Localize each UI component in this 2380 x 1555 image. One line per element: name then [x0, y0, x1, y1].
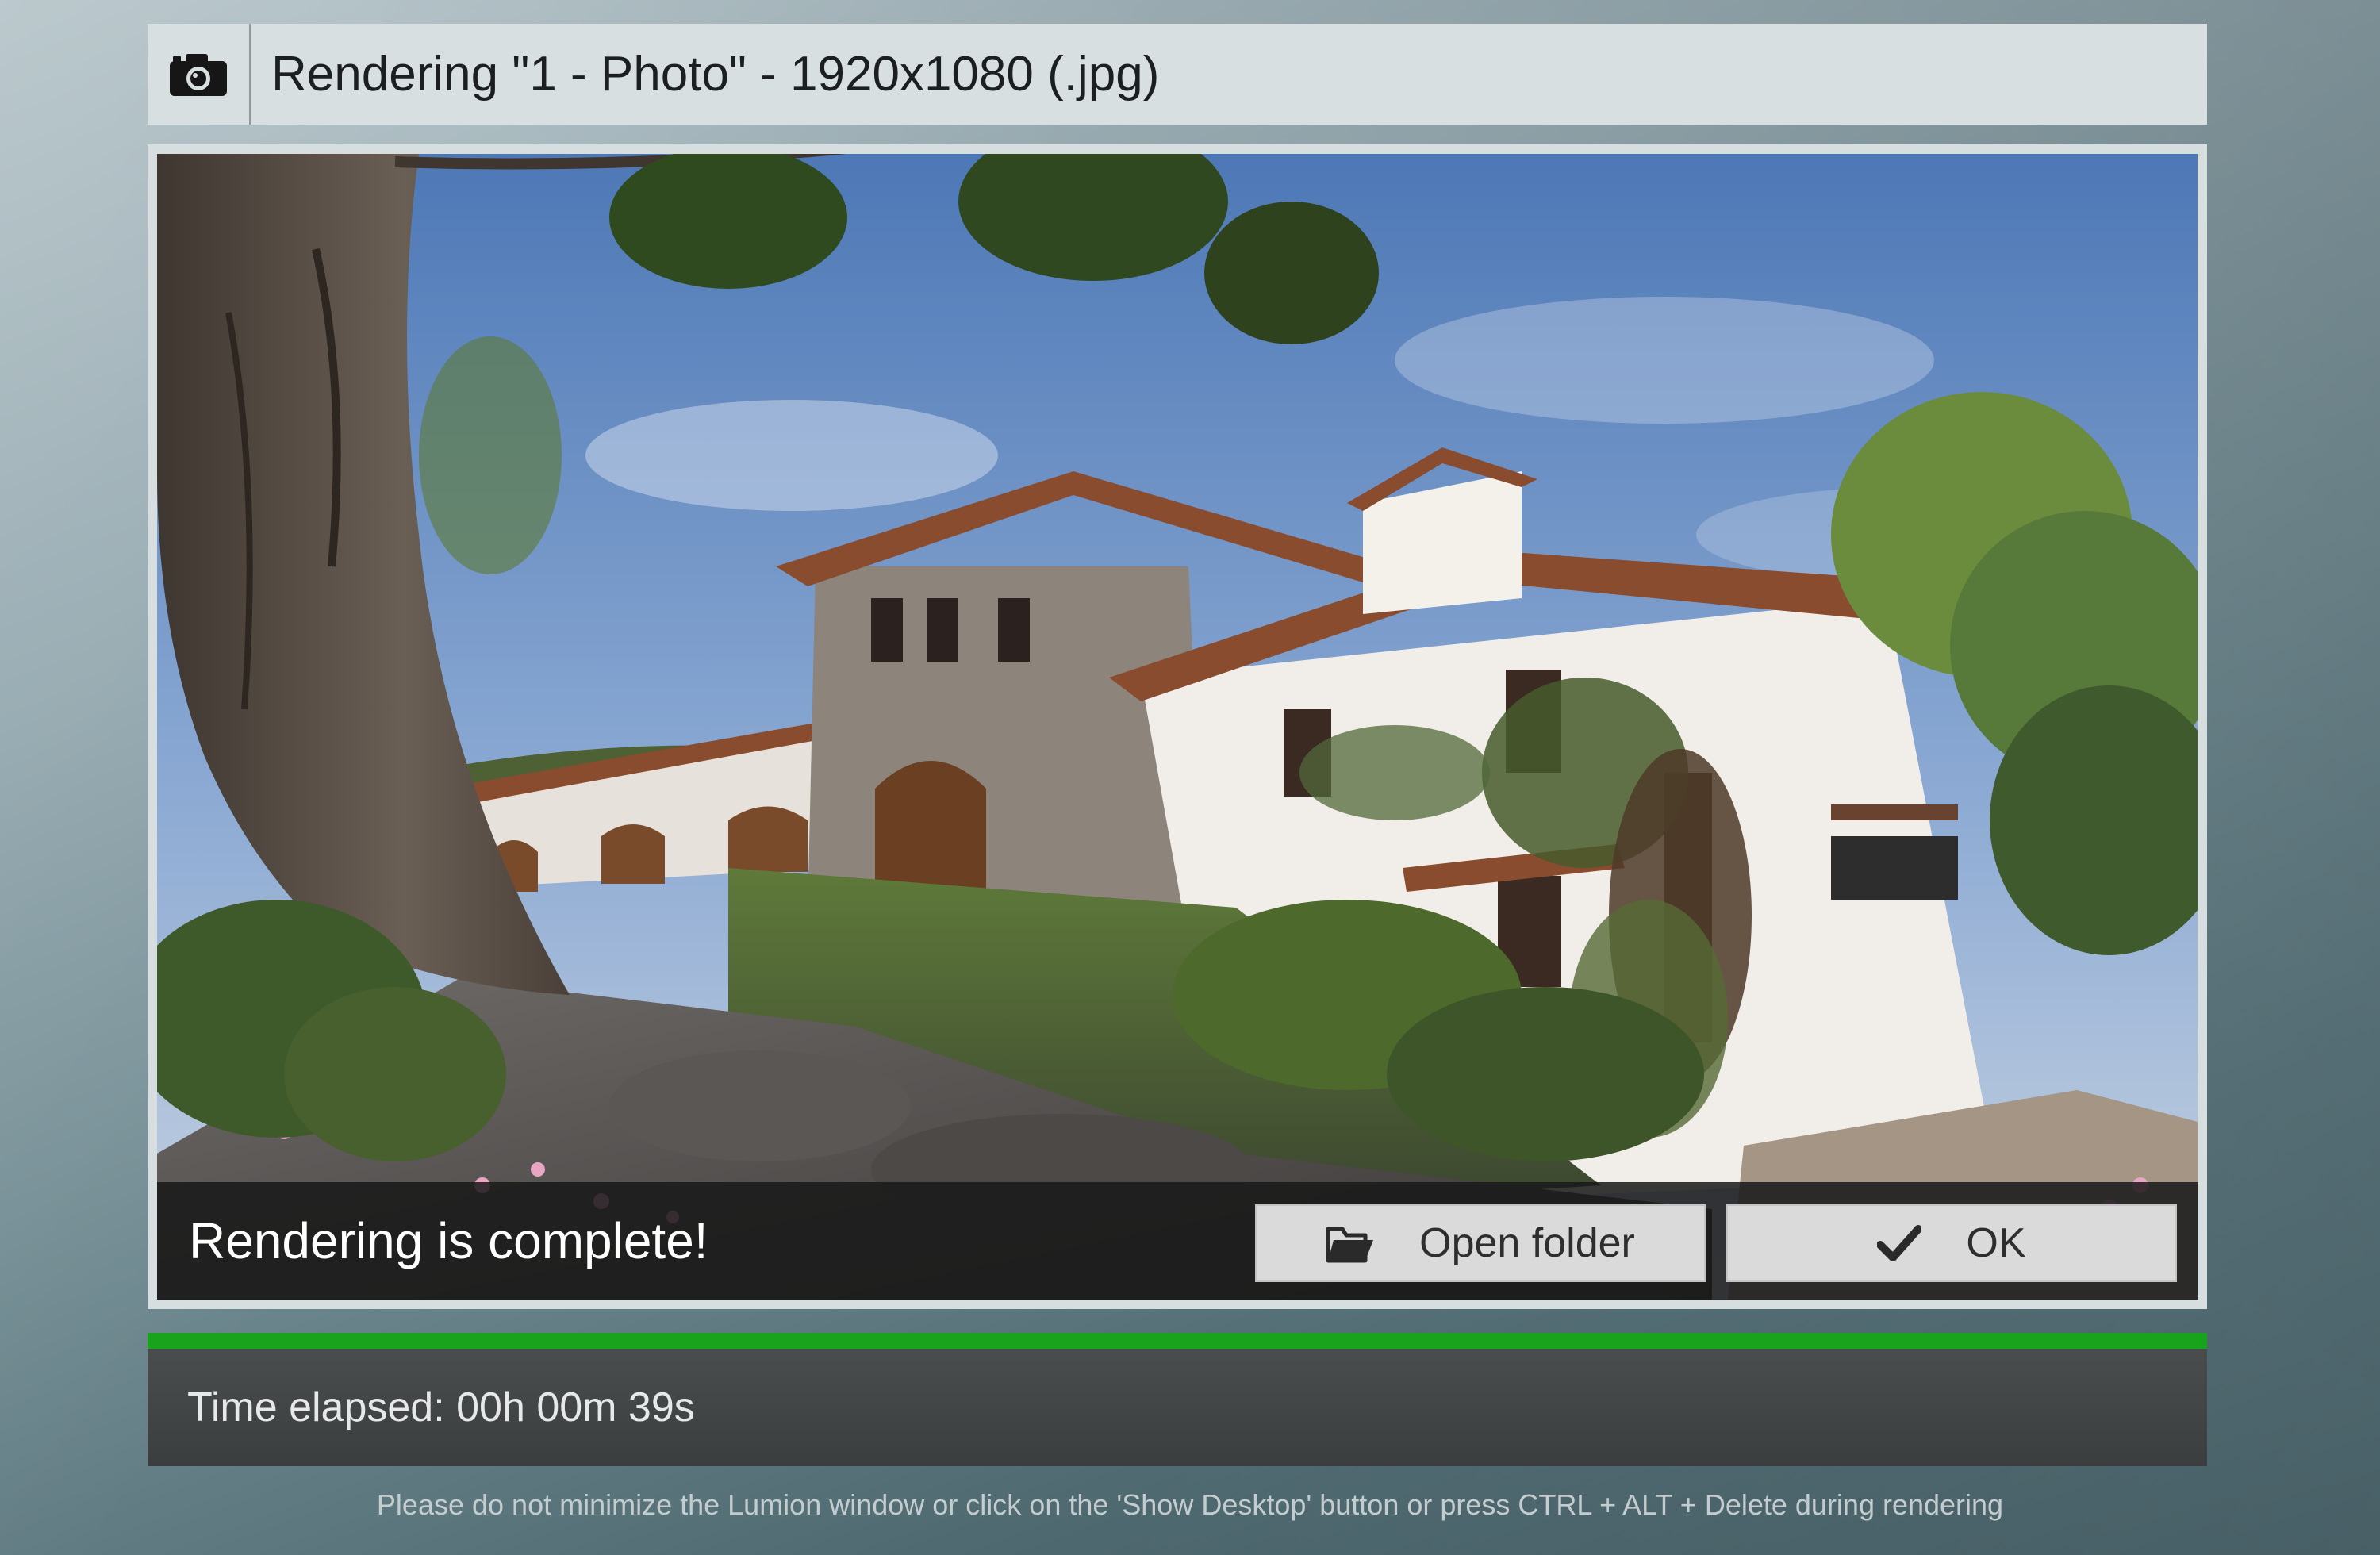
rendering-warning-note: Please do not minimize the Lumion window…: [376, 1488, 2004, 1521]
open-folder-button[interactable]: Open folder: [1255, 1204, 1706, 1282]
ok-button[interactable]: OK: [1726, 1204, 2177, 1282]
checkmark-icon: [1877, 1224, 1922, 1262]
dialog-title: Rendering "1 - Photo" - 1920x1080 (.jpg): [271, 47, 1160, 102]
status-strip: Rendering is complete! Open folder OK: [157, 1182, 2198, 1300]
time-elapsed-panel: Time elapsed: 00h 00m 39s: [148, 1349, 2207, 1466]
ok-label: OK: [1966, 1220, 2026, 1266]
title-bar: Rendering "1 - Photo" - 1920x1080 (.jpg): [148, 24, 2207, 125]
folder-open-icon: [1326, 1223, 1375, 1264]
render-preview-panel: Rendering is complete! Open folder OK: [148, 144, 2207, 1309]
progress-fill: [148, 1333, 2207, 1349]
time-elapsed-text: Time elapsed: 00h 00m 39s: [187, 1384, 695, 1430]
camera-icon: [148, 24, 251, 125]
rendered-image: Rendering is complete! Open folder OK: [157, 154, 2198, 1300]
render-progress-bar: [148, 1333, 2207, 1349]
render-status-text: Rendering is complete!: [189, 1212, 708, 1269]
open-folder-label: Open folder: [1419, 1220, 1635, 1266]
